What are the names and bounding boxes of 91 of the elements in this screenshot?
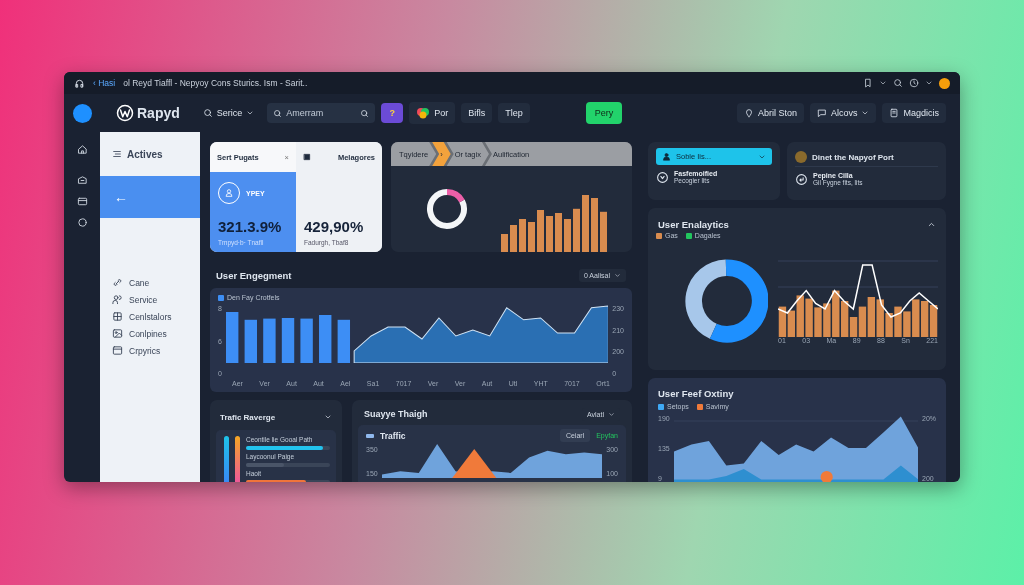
color-bar bbox=[235, 436, 240, 482]
chart-bar bbox=[920, 300, 929, 337]
chart-bar bbox=[564, 219, 571, 252]
menu-icon bbox=[112, 149, 122, 159]
chart-bar bbox=[300, 318, 313, 363]
grid-icon bbox=[112, 311, 123, 322]
people-icon bbox=[112, 294, 123, 305]
chart-bar bbox=[600, 211, 607, 252]
back-link[interactable]: ‹ Hasi bbox=[93, 78, 116, 88]
chart-bar bbox=[555, 213, 562, 252]
stat-value: 429,90% bbox=[304, 218, 365, 235]
home-icon bbox=[76, 144, 88, 155]
sidebar-item[interactable]: Cane bbox=[100, 274, 200, 291]
sidebar-title: Actives bbox=[127, 148, 163, 160]
action-button[interactable]: Magdicis bbox=[882, 103, 946, 123]
badge-icon bbox=[656, 170, 669, 184]
sidebar-item[interactable]: Cenlstalors bbox=[100, 308, 200, 325]
caret-icon bbox=[324, 413, 332, 421]
app-icon bbox=[74, 77, 85, 89]
window-icon bbox=[112, 345, 123, 356]
chart-bar bbox=[537, 210, 544, 252]
search-field[interactable]: Amerram bbox=[267, 103, 376, 123]
link-icon bbox=[112, 277, 123, 288]
sidebar-item[interactable]: Conlpines bbox=[100, 325, 200, 342]
chart-bar bbox=[519, 219, 526, 252]
card-icon bbox=[76, 196, 88, 207]
caret-icon bbox=[861, 109, 870, 117]
chart-point bbox=[820, 471, 833, 482]
chart-bar bbox=[263, 318, 276, 363]
circle-icon bbox=[76, 217, 88, 228]
card-title: Suayye Thaigh bbox=[364, 409, 428, 419]
clock-icon bbox=[909, 78, 919, 88]
chart-bar bbox=[510, 225, 517, 252]
action-button[interactable]: Abril Ston bbox=[736, 103, 804, 123]
chart-bar bbox=[501, 234, 508, 252]
color-bar bbox=[224, 436, 229, 482]
stat-value: 321.3.9% bbox=[218, 218, 283, 235]
card-title: User Feef Oxtiny bbox=[658, 387, 734, 399]
caret-icon bbox=[246, 109, 255, 117]
user-icon bbox=[662, 152, 671, 161]
return-icon bbox=[795, 172, 808, 186]
primary-button[interactable]: Pery bbox=[585, 102, 623, 124]
search-icon bbox=[273, 108, 283, 118]
chart-bar bbox=[337, 319, 350, 363]
sidebar-item[interactable]: Crpyrics bbox=[100, 342, 200, 359]
search-icon bbox=[202, 108, 213, 118]
app-logo[interactable] bbox=[73, 103, 92, 123]
chart-bar bbox=[867, 296, 876, 337]
chart-title: Traffic bbox=[380, 430, 406, 441]
message-icon bbox=[816, 108, 827, 118]
chart-bar bbox=[929, 304, 938, 337]
logo-icon bbox=[116, 104, 134, 122]
card-title: Trafic Raverge bbox=[220, 412, 276, 422]
colorful-circles-icon bbox=[416, 107, 431, 119]
card-heading: Dinet the Napyof Port bbox=[812, 152, 894, 162]
sidebar-item[interactable]: Service bbox=[100, 291, 200, 308]
caret-icon bbox=[879, 79, 887, 87]
search-icon bbox=[360, 108, 370, 118]
user-avatar[interactable] bbox=[939, 77, 950, 89]
card-title: User Enalaytics bbox=[658, 218, 729, 230]
chart-bar bbox=[244, 319, 257, 363]
brand-name: Rapyd bbox=[137, 105, 180, 121]
document-icon bbox=[889, 108, 900, 118]
chart-bar bbox=[546, 216, 553, 252]
section-title: User Engegment bbox=[216, 269, 292, 281]
search-icon bbox=[893, 78, 903, 88]
action-button[interactable]: Alcovs bbox=[809, 103, 877, 123]
toolbar-button[interactable]: Bifls bbox=[461, 103, 493, 123]
legend-swatch bbox=[218, 294, 224, 301]
caret-icon bbox=[925, 79, 933, 87]
chart-bar bbox=[582, 195, 589, 252]
legend-swatch bbox=[366, 433, 374, 438]
chart-bar bbox=[281, 318, 295, 363]
bookmark-icon bbox=[863, 78, 873, 88]
window-title: ol Reyd Tiaffl - Nepyoy Cons Sturics. Ism - Sarit.. bbox=[123, 78, 308, 88]
chart-bar bbox=[591, 198, 598, 252]
chart-bar bbox=[318, 315, 332, 363]
caret-icon bbox=[614, 271, 621, 279]
toolbar-button[interactable]: Tlep bbox=[498, 103, 530, 123]
help-button[interactable]: ? bbox=[381, 103, 404, 123]
chart-bar bbox=[528, 222, 535, 252]
coin-icon bbox=[795, 151, 807, 163]
toolbar-button[interactable]: Por bbox=[409, 102, 456, 124]
image-icon bbox=[112, 328, 123, 339]
box-icon bbox=[76, 175, 88, 186]
caret-icon bbox=[608, 410, 615, 418]
scope-dropdown[interactable]: Serice bbox=[195, 103, 262, 123]
chart-bar bbox=[573, 208, 580, 252]
chart-bar bbox=[778, 306, 787, 337]
chart-bar bbox=[225, 312, 239, 363]
pin-icon bbox=[743, 108, 754, 118]
